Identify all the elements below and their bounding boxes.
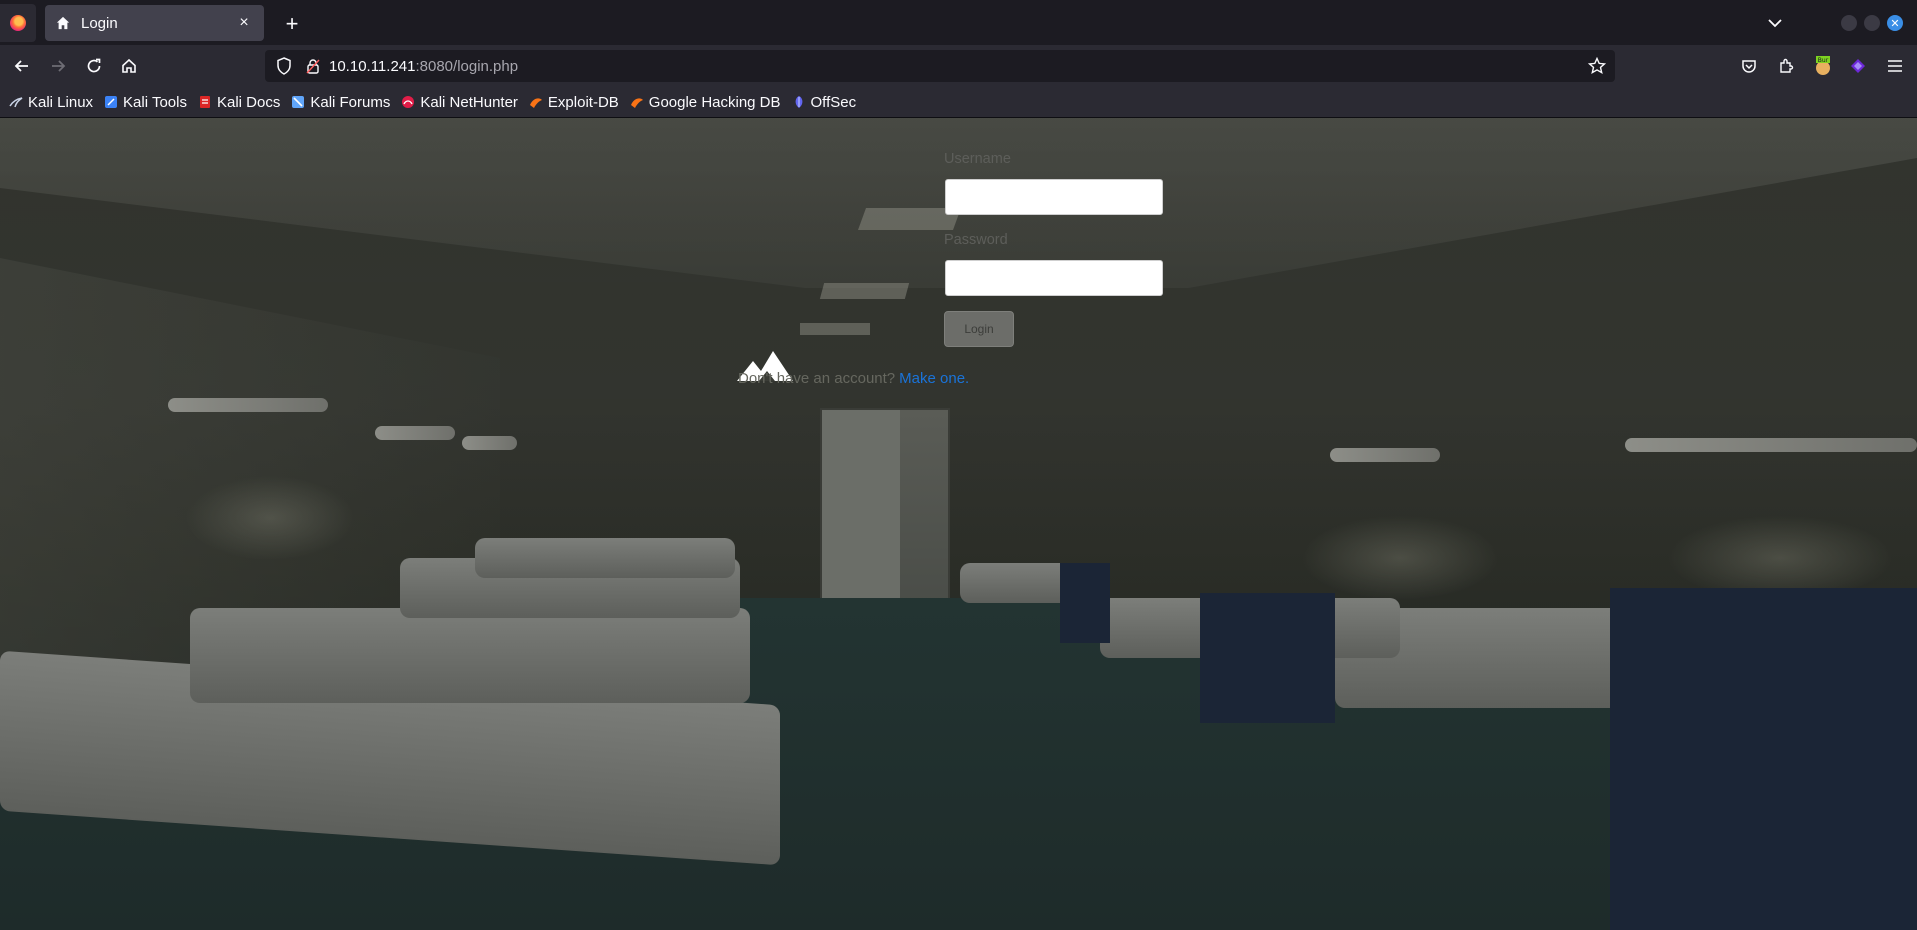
bed bbox=[190, 608, 750, 703]
bed-panel bbox=[1060, 563, 1110, 643]
url-path: :8080/login.php bbox=[415, 57, 519, 75]
page-viewport: Username Password Login Don't have an ac… bbox=[0, 118, 1917, 930]
bookmark-label: Kali Linux bbox=[28, 93, 94, 111]
window-close-button[interactable]: ✕ bbox=[1887, 15, 1903, 31]
firefox-view-button[interactable] bbox=[0, 4, 36, 42]
tab-title: Login bbox=[81, 14, 118, 32]
firefox-icon bbox=[10, 15, 26, 31]
ceiling-light bbox=[800, 323, 870, 335]
home-icon bbox=[55, 15, 71, 31]
nethunter-icon bbox=[401, 95, 415, 109]
bookmark-label: Exploit-DB bbox=[547, 93, 619, 111]
bookmark-label: Kali Docs bbox=[216, 93, 281, 111]
bookmark-label: OffSec bbox=[810, 93, 857, 111]
username-input[interactable] bbox=[945, 179, 1163, 215]
wall-lamp bbox=[168, 398, 328, 412]
url-host: 10.10.11.241 bbox=[329, 57, 416, 75]
wall-lamp bbox=[1625, 438, 1917, 452]
extension-purple-icon[interactable] bbox=[1847, 55, 1869, 77]
make-account-link[interactable]: Make one. bbox=[899, 370, 969, 387]
offsec-icon bbox=[792, 95, 806, 109]
bed bbox=[475, 538, 735, 578]
wall-lamp bbox=[1330, 448, 1440, 462]
login-button[interactable]: Login bbox=[944, 311, 1014, 347]
pocket-icon[interactable] bbox=[1738, 55, 1760, 77]
signup-text: Don't have an account? bbox=[738, 370, 896, 387]
bookmark-kali-docs[interactable]: Kali Docs bbox=[198, 94, 280, 111]
bookmarks-toolbar: Kali Linux Kali Tools Kali Docs Kali For… bbox=[0, 87, 1917, 118]
home-icon bbox=[122, 58, 136, 73]
tab-login[interactable]: Login × bbox=[45, 5, 264, 41]
back-arrow-icon bbox=[14, 60, 28, 72]
forward-arrow-icon bbox=[52, 60, 66, 72]
tracking-protection-shield-icon[interactable] bbox=[275, 57, 293, 75]
kali-icon bbox=[9, 95, 23, 109]
kali-tools-icon bbox=[104, 95, 118, 109]
window-maximize-button[interactable] bbox=[1864, 15, 1880, 31]
tab-strip: Login × + ✕ bbox=[0, 0, 1917, 45]
new-tab-button[interactable]: + bbox=[278, 10, 306, 38]
bookmark-star-icon[interactable] bbox=[1587, 56, 1607, 76]
navigation-toolbar: 10.10.11.241:8080/login.php Bur bbox=[0, 45, 1917, 87]
username-label: Username bbox=[944, 151, 1011, 167]
bed-panel bbox=[1610, 588, 1917, 930]
window-minimize-button[interactable] bbox=[1841, 15, 1857, 31]
bookmark-kali-forums[interactable]: Kali Forums bbox=[291, 94, 390, 111]
password-input[interactable] bbox=[945, 260, 1163, 296]
bookmark-offsec[interactable]: OffSec bbox=[792, 93, 857, 111]
address-bar[interactable]: 10.10.11.241:8080/login.php bbox=[265, 50, 1615, 82]
bookmark-kali-linux[interactable]: Kali Linux bbox=[9, 94, 93, 111]
burp-icon[interactable]: Bur bbox=[1812, 55, 1834, 77]
bookmark-label: Google Hacking DB bbox=[648, 93, 781, 111]
kali-forums-icon bbox=[291, 95, 305, 109]
list-all-tabs-chevron-icon[interactable] bbox=[1764, 12, 1786, 34]
bookmark-kali-nethunter[interactable]: Kali NetHunter bbox=[401, 94, 518, 111]
exploit-db-icon bbox=[529, 95, 543, 109]
forward-button[interactable] bbox=[45, 53, 71, 79]
kali-docs-icon bbox=[198, 95, 212, 109]
tab-close-icon[interactable]: × bbox=[234, 13, 254, 33]
bookmark-label: Kali NetHunter bbox=[420, 93, 518, 111]
signup-prompt: Don't have an account? Make one. bbox=[738, 370, 969, 387]
wall-lamp bbox=[462, 436, 517, 450]
reload-button[interactable] bbox=[81, 53, 107, 79]
bookmark-google-hacking-db[interactable]: Google Hacking DB bbox=[630, 94, 781, 111]
password-label: Password bbox=[944, 232, 1008, 248]
open-doorway bbox=[822, 410, 900, 606]
svg-text:Bur: Bur bbox=[1818, 57, 1829, 64]
bookmark-exploit-db[interactable]: Exploit-DB bbox=[529, 94, 619, 111]
insecure-lock-icon[interactable] bbox=[305, 57, 321, 75]
ceiling-light bbox=[819, 283, 910, 299]
wall-lamp bbox=[375, 426, 455, 440]
ghdb-icon bbox=[630, 95, 644, 109]
extensions-icon[interactable] bbox=[1775, 55, 1797, 77]
menu-icon[interactable] bbox=[1884, 55, 1906, 77]
bed-panel bbox=[1200, 593, 1335, 723]
bookmark-label: Kali Forums bbox=[310, 93, 391, 111]
back-button[interactable] bbox=[9, 53, 35, 79]
home-button[interactable] bbox=[116, 53, 142, 79]
url-text[interactable]: 10.10.11.241:8080/login.php bbox=[329, 58, 518, 75]
bookmark-label: Kali Tools bbox=[123, 93, 187, 111]
close-icon: ✕ bbox=[1890, 16, 1900, 30]
bookmark-kali-tools[interactable]: Kali Tools bbox=[104, 94, 187, 111]
reload-icon bbox=[87, 58, 101, 73]
